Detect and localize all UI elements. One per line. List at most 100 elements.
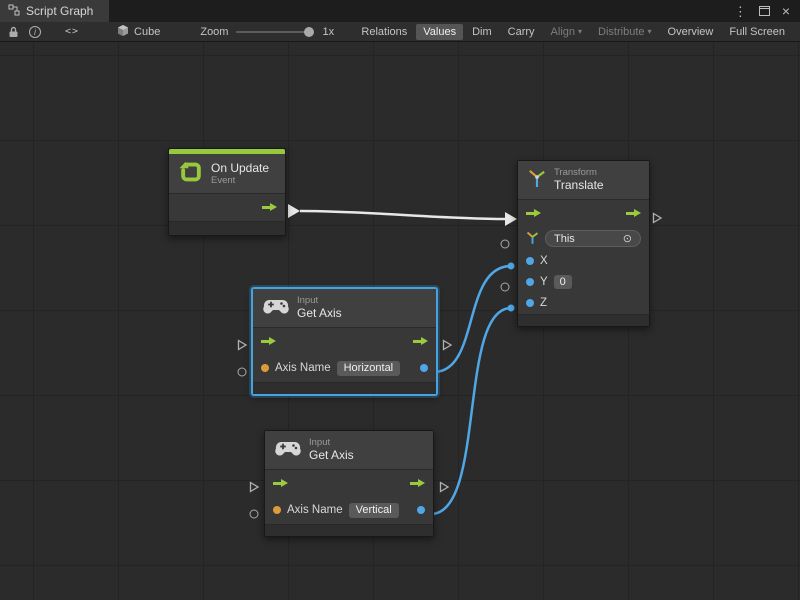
align-dropdown[interactable]: Align ▾ <box>544 24 589 40</box>
z-input-port[interactable] <box>526 299 534 307</box>
node-header: Input Get Axis <box>265 431 433 470</box>
relations-button[interactable]: Relations <box>354 24 414 40</box>
node-on-update[interactable]: On Update Event <box>168 148 286 236</box>
z-port-label: Z <box>540 297 547 309</box>
x-port-label: X <box>540 255 548 267</box>
node-header: On Update Event <box>169 154 285 194</box>
close-icon[interactable]: × <box>782 4 790 18</box>
axis-name-input[interactable]: Vertical <box>349 503 399 518</box>
this-pin-circle-icon[interactable] <box>501 240 510 249</box>
node-title: Get Axis <box>309 448 354 462</box>
lock-icon[interactable] <box>8 26 19 38</box>
graph-canvas[interactable]: On Update Event <box>0 42 800 600</box>
dim-button[interactable]: Dim <box>465 24 499 40</box>
node-translate[interactable]: Transform Translate This ⊙ <box>517 160 650 327</box>
wire-arrowhead[interactable] <box>505 212 517 226</box>
axis-name-pin-circle-icon[interactable] <box>238 368 247 377</box>
tab-script-graph[interactable]: Script Graph <box>0 0 109 22</box>
transform-mini-icon <box>526 230 539 248</box>
zoom-slider-handle[interactable] <box>304 27 314 37</box>
axis-name-label: Axis Name <box>287 504 343 516</box>
full-screen-button[interactable]: Full Screen <box>722 24 792 40</box>
wire-endpoint[interactable] <box>508 263 515 270</box>
chevron-down-icon: ▾ <box>578 28 582 36</box>
carry-button[interactable]: Carry <box>501 24 542 40</box>
flow-in-pin-triangle-icon[interactable] <box>237 339 248 351</box>
script-graph-window: Script Graph ⋮ × i <> Cube <box>0 0 800 600</box>
flow-out-pin-triangle-icon[interactable] <box>652 212 663 224</box>
y-value-input[interactable]: 0 <box>554 275 572 289</box>
zoom-value: 1x <box>322 26 334 38</box>
toolbar-buttons: Relations Values Dim Carry Align ▾ Distr… <box>354 24 792 40</box>
values-button[interactable]: Values <box>416 24 463 40</box>
menu-icon[interactable]: ⋮ <box>734 5 747 18</box>
overview-button[interactable]: Overview <box>661 24 721 40</box>
flow-in-pin-triangle-icon[interactable] <box>249 481 260 493</box>
window-controls: ⋮ × <box>734 0 800 22</box>
update-loop-icon <box>179 160 203 187</box>
wire-endpoint[interactable] <box>508 305 515 312</box>
flow-in-port[interactable] <box>526 209 541 218</box>
node-title: Translate <box>554 178 604 192</box>
y-port-label: Y <box>540 276 548 288</box>
distribute-label: Distribute <box>598 26 644 38</box>
graph-tab-icon <box>8 4 20 19</box>
axis-name-input[interactable]: Horizontal <box>337 361 401 376</box>
node-subtitle: Event <box>211 175 269 186</box>
wire-arrowhead[interactable] <box>288 204 300 218</box>
flow-in-port[interactable] <box>261 337 276 346</box>
node-footer <box>265 524 433 536</box>
code-view-icon[interactable]: <> <box>65 26 79 37</box>
cube-icon <box>117 24 129 40</box>
node-get-axis-vertical[interactable]: Input Get Axis Axis Name Vertical <box>264 430 434 537</box>
flow-out-pin-triangle-icon[interactable] <box>439 481 450 493</box>
axis-name-pin-circle-icon[interactable] <box>250 510 259 519</box>
axis-name-label: Axis Name <box>275 362 331 374</box>
axis-name-port[interactable] <box>261 364 269 372</box>
flow-out-pin-triangle-icon[interactable] <box>442 339 453 351</box>
node-header: Transform Translate <box>518 161 649 200</box>
node-footer <box>253 382 436 394</box>
value-out-port[interactable] <box>420 364 428 372</box>
axis-name-port[interactable] <box>273 506 281 514</box>
y-input-port[interactable] <box>526 278 534 286</box>
node-title: Get Axis <box>297 306 342 320</box>
node-category: Transform <box>554 167 604 178</box>
distribute-dropdown[interactable]: Distribute ▾ <box>591 24 658 40</box>
node-footer <box>518 314 649 326</box>
zoom-label: Zoom <box>200 26 228 38</box>
node-category: Input <box>297 295 342 306</box>
node-category: Input <box>309 437 354 448</box>
node-title: On Update <box>211 161 269 175</box>
zoom-control: Zoom 1x <box>200 26 334 38</box>
flow-out-port[interactable] <box>262 203 277 212</box>
this-object-field[interactable]: This ⊙ <box>545 230 641 247</box>
transform-icon <box>528 167 546 192</box>
y-pin-circle-icon[interactable] <box>501 283 510 292</box>
flow-out-port[interactable] <box>410 479 425 488</box>
maximize-icon[interactable] <box>759 6 770 16</box>
this-value: This <box>554 233 575 245</box>
graph-toolbar: i <> Cube Zoom 1x Relations Values Dim <box>0 22 800 42</box>
chevron-down-icon: ▾ <box>648 28 652 36</box>
tab-title: Script Graph <box>26 4 93 18</box>
titlebar: Script Graph ⋮ × <box>0 0 800 22</box>
info-icon[interactable]: i <box>29 26 41 38</box>
object-picker-icon[interactable]: ⊙ <box>623 232 632 245</box>
graph-owner[interactable]: Cube <box>117 24 160 40</box>
x-input-port[interactable] <box>526 257 534 265</box>
flow-in-port[interactable] <box>273 479 288 488</box>
wire-horizontal-to-x[interactable] <box>434 266 511 372</box>
zoom-slider[interactable] <box>236 31 314 33</box>
flow-out-port[interactable] <box>626 209 641 218</box>
node-header: Input Get Axis <box>253 289 436 328</box>
node-footer <box>169 221 285 235</box>
align-label: Align <box>551 26 575 38</box>
gamepad-icon <box>263 299 289 317</box>
value-out-port[interactable] <box>417 506 425 514</box>
graph-owner-name: Cube <box>134 26 160 38</box>
gamepad-icon <box>275 441 301 459</box>
wire-on-update-to-translate[interactable] <box>300 211 506 219</box>
flow-out-port[interactable] <box>413 337 428 346</box>
node-get-axis-horizontal[interactable]: Input Get Axis Axis Name Horizontal <box>252 288 437 395</box>
